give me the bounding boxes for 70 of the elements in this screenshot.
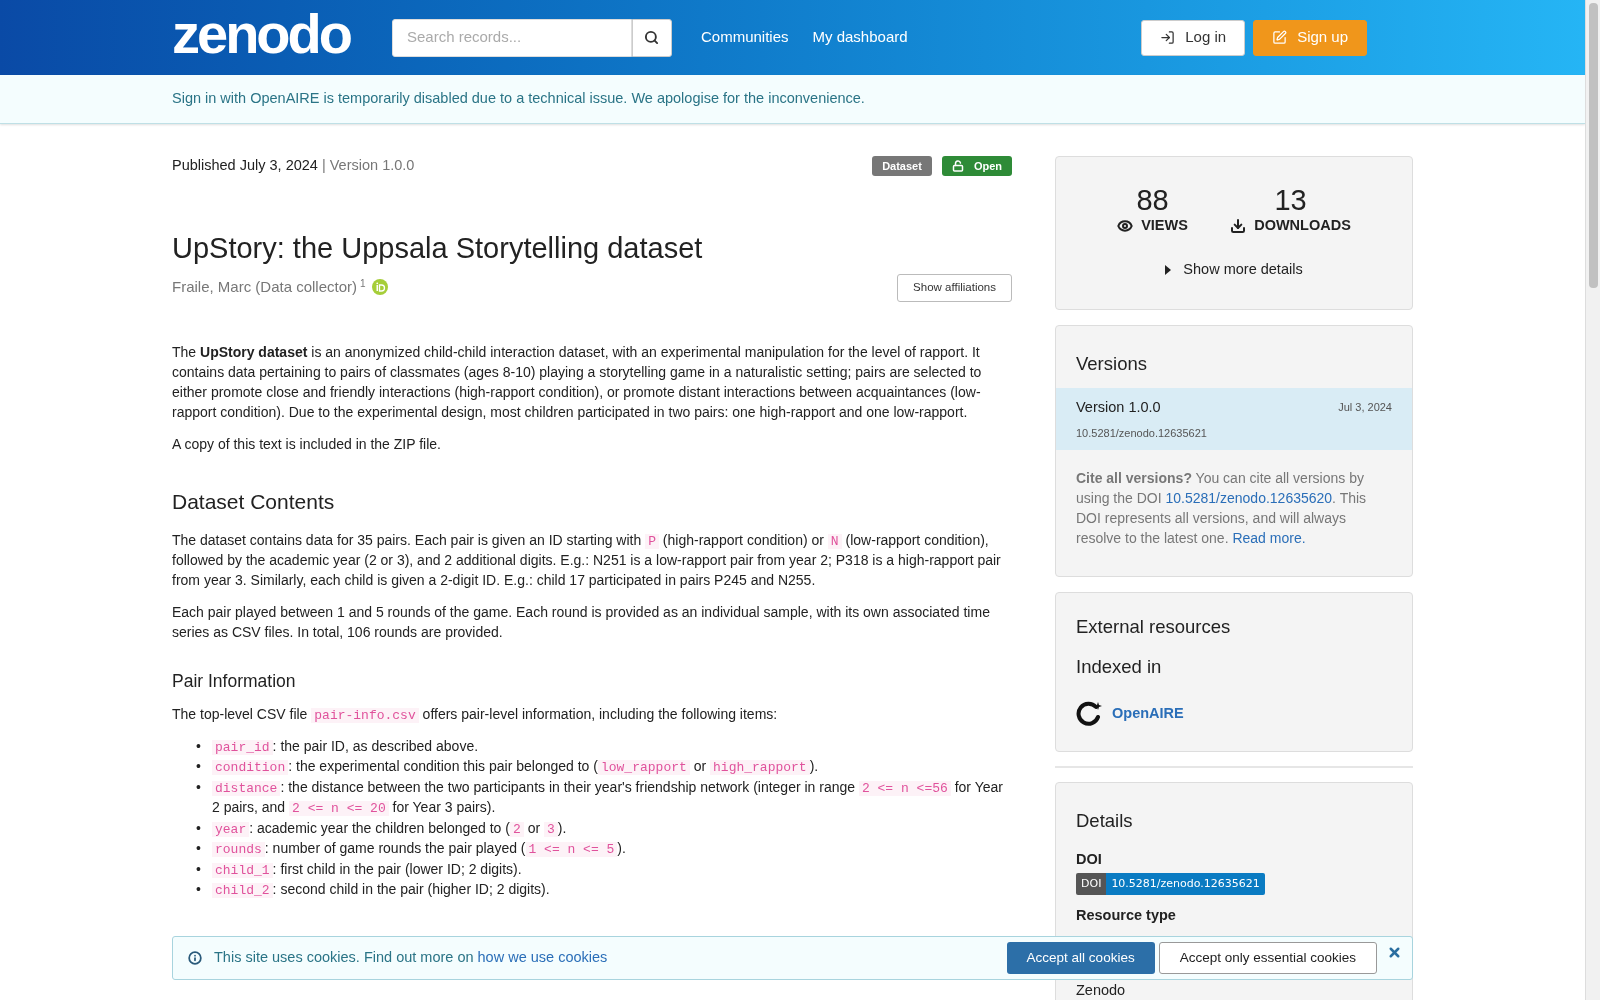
- bullet: •: [196, 818, 202, 838]
- access-badge: Open: [941, 156, 1012, 176]
- list-item: distance : the distance between the two participants in their year's friendship network (integer in range 2 <= n <=56 for Year 2 pairs, and 2 <= n <= 20 for Year 3 pairs).: [212, 777, 1004, 818]
- list-item: child_1 : first child in the pair (lower ID; 2 digits).: [212, 858, 522, 880]
- version-label: | Version 1.0.0: [321, 157, 415, 174]
- link[interactable]: 10.5281/zenodo.12635620: [1165, 490, 1333, 506]
- paragraph: The dataset contains data for 35 pairs. Each pair is given an ID starting with P (high-rapport condition) or N (low-rapport condition), followed by the academic year (2 or 3), and 2 additional digits. E.g.: N251 is a low-rapport pair from year 2; P318 is a high-rapport pair from year 3. Similarly, each child is given a 2-digit ID. E.g.: child 17 participated in pairs P245 and N255.: [172, 530, 1002, 590]
- version-doi: 10.5281/zenodo.12635621: [1076, 425, 1208, 441]
- panel-title: Versions: [1075, 352, 1148, 376]
- type-badge: Dataset: [872, 156, 932, 176]
- search-button[interactable]: [632, 18, 672, 57]
- logo[interactable]: zenodo: [172, 2, 350, 65]
- indexed-in-link[interactable]: OpenAIRE: [1112, 702, 1184, 725]
- link[interactable]: how we use cookies: [477, 949, 608, 966]
- subsection-heading: Pair Information: [172, 669, 297, 693]
- section-heading: Dataset Contents: [172, 489, 336, 515]
- paragraph: A copy of this text is included in the ZIP file.: [172, 435, 442, 454]
- link[interactable]: Read more.: [1232, 530, 1306, 546]
- search-field[interactable]: Search records...: [392, 18, 632, 57]
- cite-all-text: Cite all versions? You can cite all versions by using the DOI 10.5281/zenodo.12635620. This DOI represents all versions, and will always resolve to the latest one. Read more.: [1075, 469, 1368, 548]
- bullet: •: [196, 839, 202, 859]
- creator-name[interactable]: Fraile, Marc (Data collector) $^{1}$: [172, 276, 366, 299]
- stat-label: DOWNLOADS: [1230, 215, 1351, 237]
- panel-title: Details: [1076, 809, 1134, 833]
- publication-date: Published July 3, 2024: [172, 157, 318, 174]
- accept-essential-cookies-button[interactable]: Accept only essential cookies: [1158, 942, 1377, 974]
- alert-text: Sign in with OpenAIRE is temporarily disabled due to a technical issue. We apologise for the inconvenience.: [172, 89, 865, 109]
- stat-label: VIEWS: [1117, 215, 1188, 237]
- accept-all-cookies-button[interactable]: Accept all cookies: [1006, 942, 1155, 974]
- bullet: •: [196, 777, 202, 797]
- close-button[interactable]: [1387, 945, 1402, 960]
- nav-link[interactable]: My dashboard: [812, 26, 908, 49]
- version-link[interactable]: Version 1.0.0: [1076, 396, 1161, 419]
- stat-value: 88: [1136, 185, 1169, 215]
- login-icon: [1160, 30, 1176, 45]
- bullet: •: [196, 880, 202, 900]
- close-icon: [1387, 945, 1402, 960]
- download-icon: [1230, 217, 1247, 234]
- list-item: year : academic year the children belonged to ( 2 or 3 ).: [212, 817, 567, 839]
- login-button[interactable]: Log in: [1141, 19, 1246, 56]
- info-icon: [188, 951, 202, 965]
- search-icon: [644, 30, 660, 45]
- ring-icon: [1076, 700, 1102, 727]
- bullet: •: [196, 859, 202, 879]
- list-item: rounds : number of game rounds the pair played ( 1 <= n <= 5 ).: [212, 838, 626, 859]
- record-title: UpStory: the Uppsala Storytelling dataset: [172, 231, 704, 266]
- paragraph: The top-level CSV file pair-info.csv offers pair-level information, including the following items:: [172, 704, 779, 724]
- nav-link[interactable]: Communities: [701, 26, 789, 49]
- list-item: child_2 : second child in the pair (higher ID; 2 digits).: [212, 879, 550, 900]
- edit-icon: [1272, 30, 1288, 45]
- caret-icon: [1165, 264, 1172, 275]
- panel-title: External resources: [1076, 615, 1232, 639]
- show-affiliations-button[interactable]: Show affiliations: [897, 274, 1012, 302]
- publisher-value: Zenodo: [1076, 981, 1127, 999]
- unlock-icon: [951, 160, 964, 172]
- cookie-text: This site uses cookies. Find out more on how we use cookies: [214, 948, 608, 968]
- field-label: DOI: [1076, 849, 1103, 869]
- list-item: condition : the experimental condition this pair belonged to ( low_rapport or high_rapport ).: [212, 756, 819, 777]
- stat-value: 13: [1274, 185, 1307, 215]
- list-item: pair_id : the pair ID, as described above.: [212, 735, 479, 757]
- show-more-details-toggle[interactable]: Show more details: [1165, 258, 1303, 281]
- paragraph: The UpStory dataset is an anonymized child-child interaction dataset, with an experimental manipulation for the level of rapport. It contains data pertaining to pairs of classmates (ages 8-10) playing a storytelling game in a naturalistic setting; pairs are selected to either promote close and friendly interactions (high-rapport condition), or promote distant interactions between acquaintances (low-rapport condition). Due to the experimental design, most children participated in two pairs: one high-rapport and one low-rapport.: [172, 343, 983, 422]
- field-label: Resource type: [1076, 906, 1177, 925]
- version-row[interactable]: Version 1.0.0 Jul 3, 2024 10.5281/zenodo.12635621: [1056, 387, 1412, 450]
- bullet: •: [196, 757, 202, 777]
- paragraph: Each pair played between 1 and 5 rounds of the game. Each round is provided as an individual sample, with its own associated time series as CSV files. In total, 106 rounds are provided.: [172, 602, 991, 642]
- version-date: Jul 3, 2024: [1338, 400, 1392, 416]
- panel-subtitle: Indexed in: [1076, 654, 1163, 679]
- bullet: •: [196, 736, 202, 756]
- eye-icon: [1117, 217, 1134, 234]
